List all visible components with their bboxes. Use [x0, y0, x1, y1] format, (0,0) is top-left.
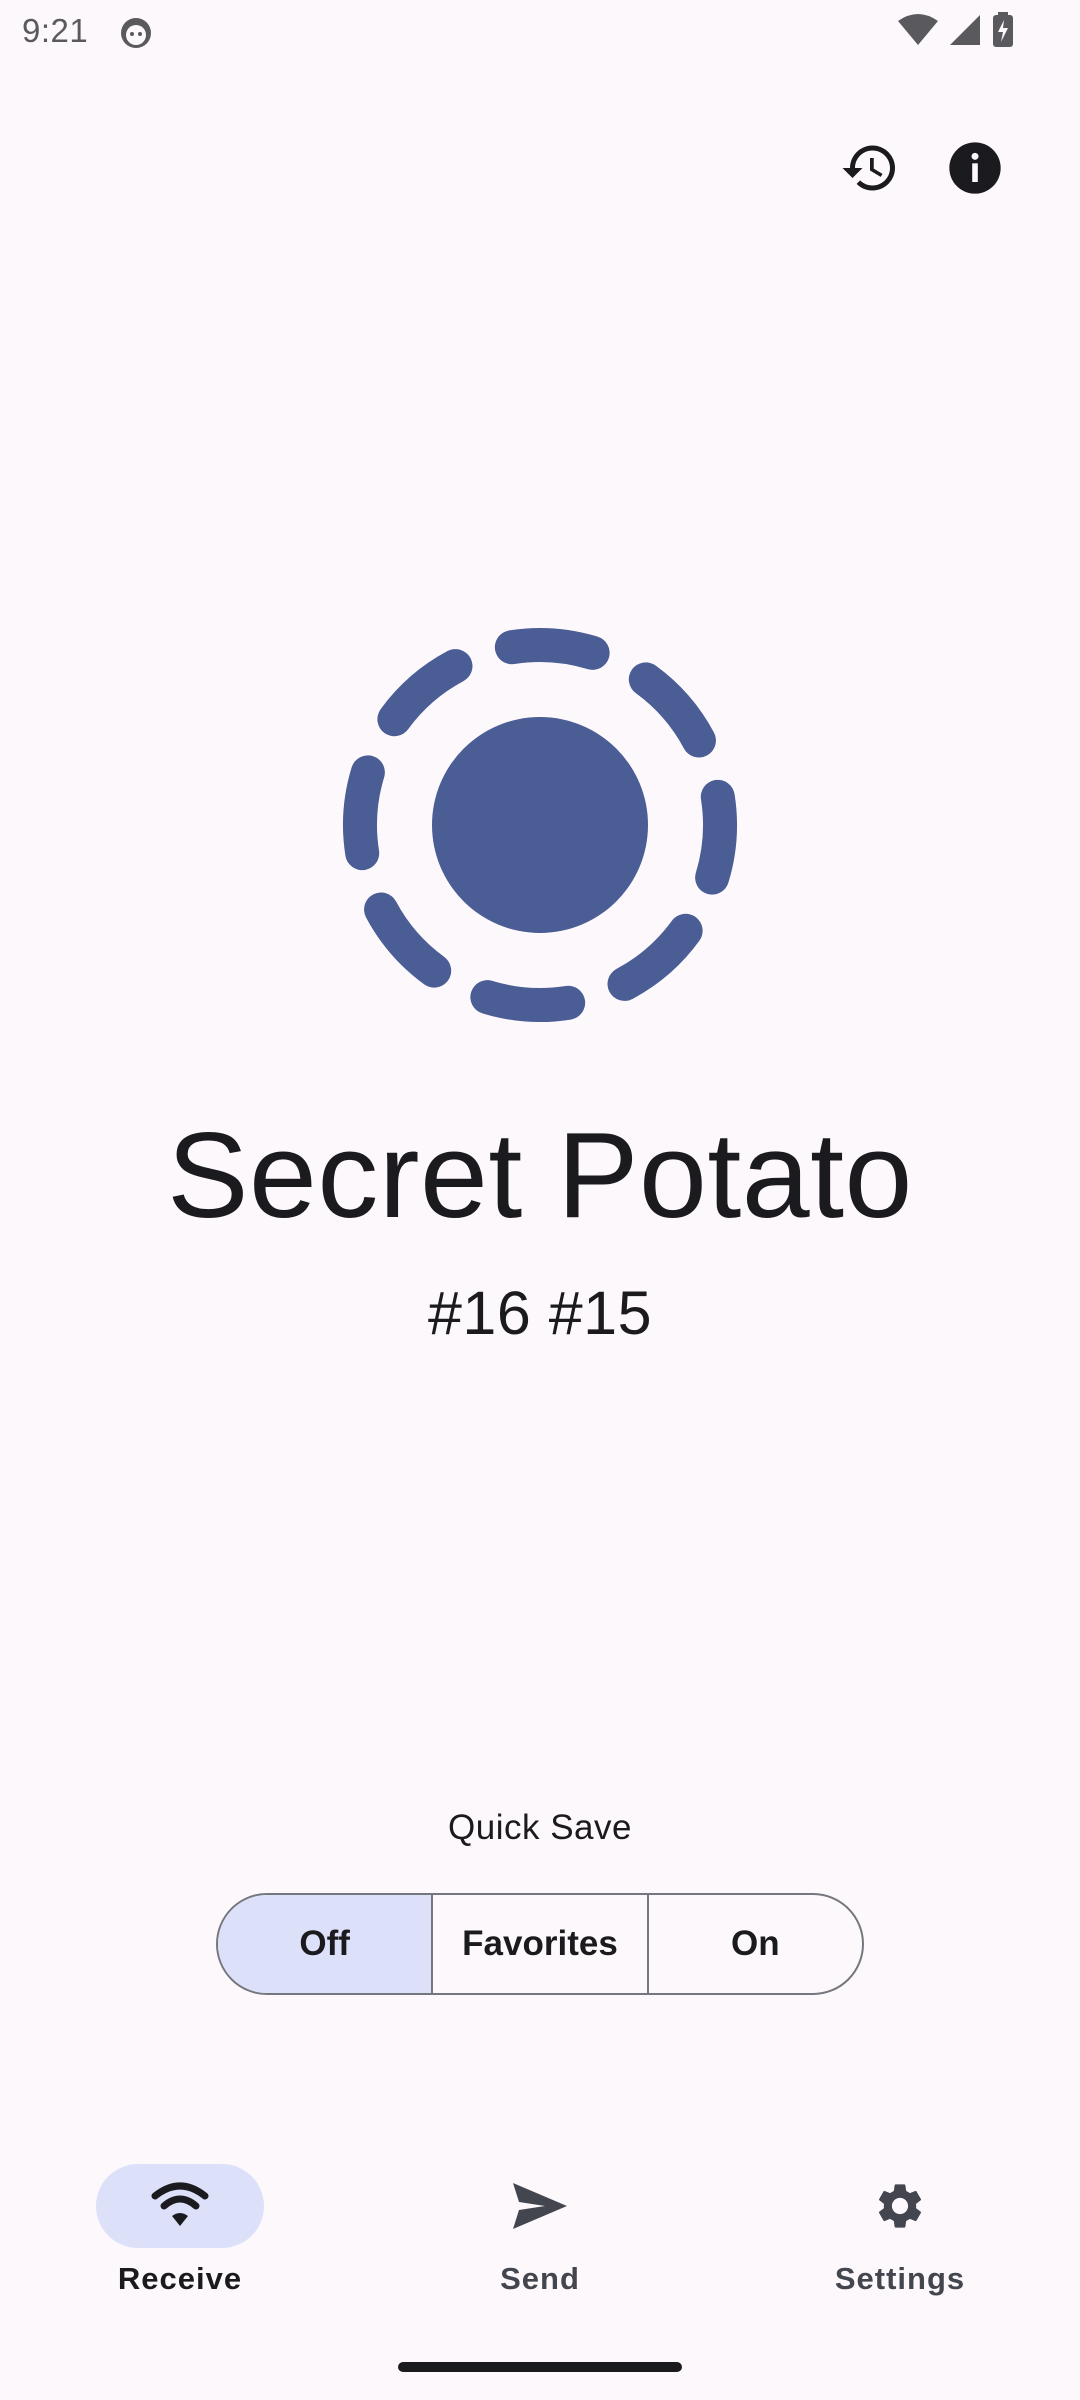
app-logo [343, 628, 737, 1022]
history-icon [842, 145, 895, 191]
status-bar: 9:21 [0, 0, 1080, 64]
nav-icon-container [456, 2164, 624, 2248]
quick-save-toggle: Off Favorites On [216, 1893, 864, 1995]
device-name: Secret Potato [167, 1107, 913, 1243]
logo-ring-segment [343, 755, 385, 871]
logo-ring-segment [364, 892, 452, 988]
quick-save-off-button[interactable]: Off [218, 1895, 432, 1993]
logo-ring-segment [377, 649, 473, 737]
logo-ring-segment [607, 913, 703, 1001]
info-icon [949, 142, 1001, 194]
info-button[interactable] [937, 130, 1013, 206]
nav-item-settings[interactable]: Settings [780, 2140, 1020, 2300]
quick-save-favorites-button[interactable]: Favorites [431, 1895, 646, 1993]
gear-icon [878, 2184, 922, 2228]
status-icons [898, 12, 1014, 48]
bottom-navigation: Receive Send Settings [0, 2140, 1080, 2300]
logo-ring-segment [494, 628, 610, 670]
signal-icon [950, 15, 980, 45]
battery-charging-icon [993, 12, 1013, 47]
wifi-icon [151, 2182, 209, 2226]
quick-save-label: Quick Save [448, 1808, 632, 1847]
nav-label-settings: Settings [834, 2261, 966, 2296]
nav-label-send: Send [500, 2261, 580, 2296]
device-tags: #16 #15 [428, 1279, 652, 1347]
status-time: 9:21 [22, 12, 89, 49]
logo-ring-segment [628, 662, 716, 758]
nav-item-receive[interactable]: Receive [60, 2140, 300, 2300]
history-button[interactable] [832, 130, 908, 206]
nav-label-receive: Receive [117, 2261, 243, 2296]
nav-item-send[interactable]: Send [420, 2140, 660, 2300]
gesture-handle [398, 2362, 682, 2372]
send-icon [513, 2183, 567, 2229]
wifi-icon [898, 14, 938, 45]
logo-ring-segment [470, 980, 586, 1022]
quick-save-on-button[interactable]: On [646, 1895, 862, 1993]
logo-ring-segment [695, 779, 737, 895]
nav-active-indicator [96, 2164, 264, 2248]
cat-face-icon [121, 18, 151, 48]
nav-icon-container [816, 2164, 984, 2248]
